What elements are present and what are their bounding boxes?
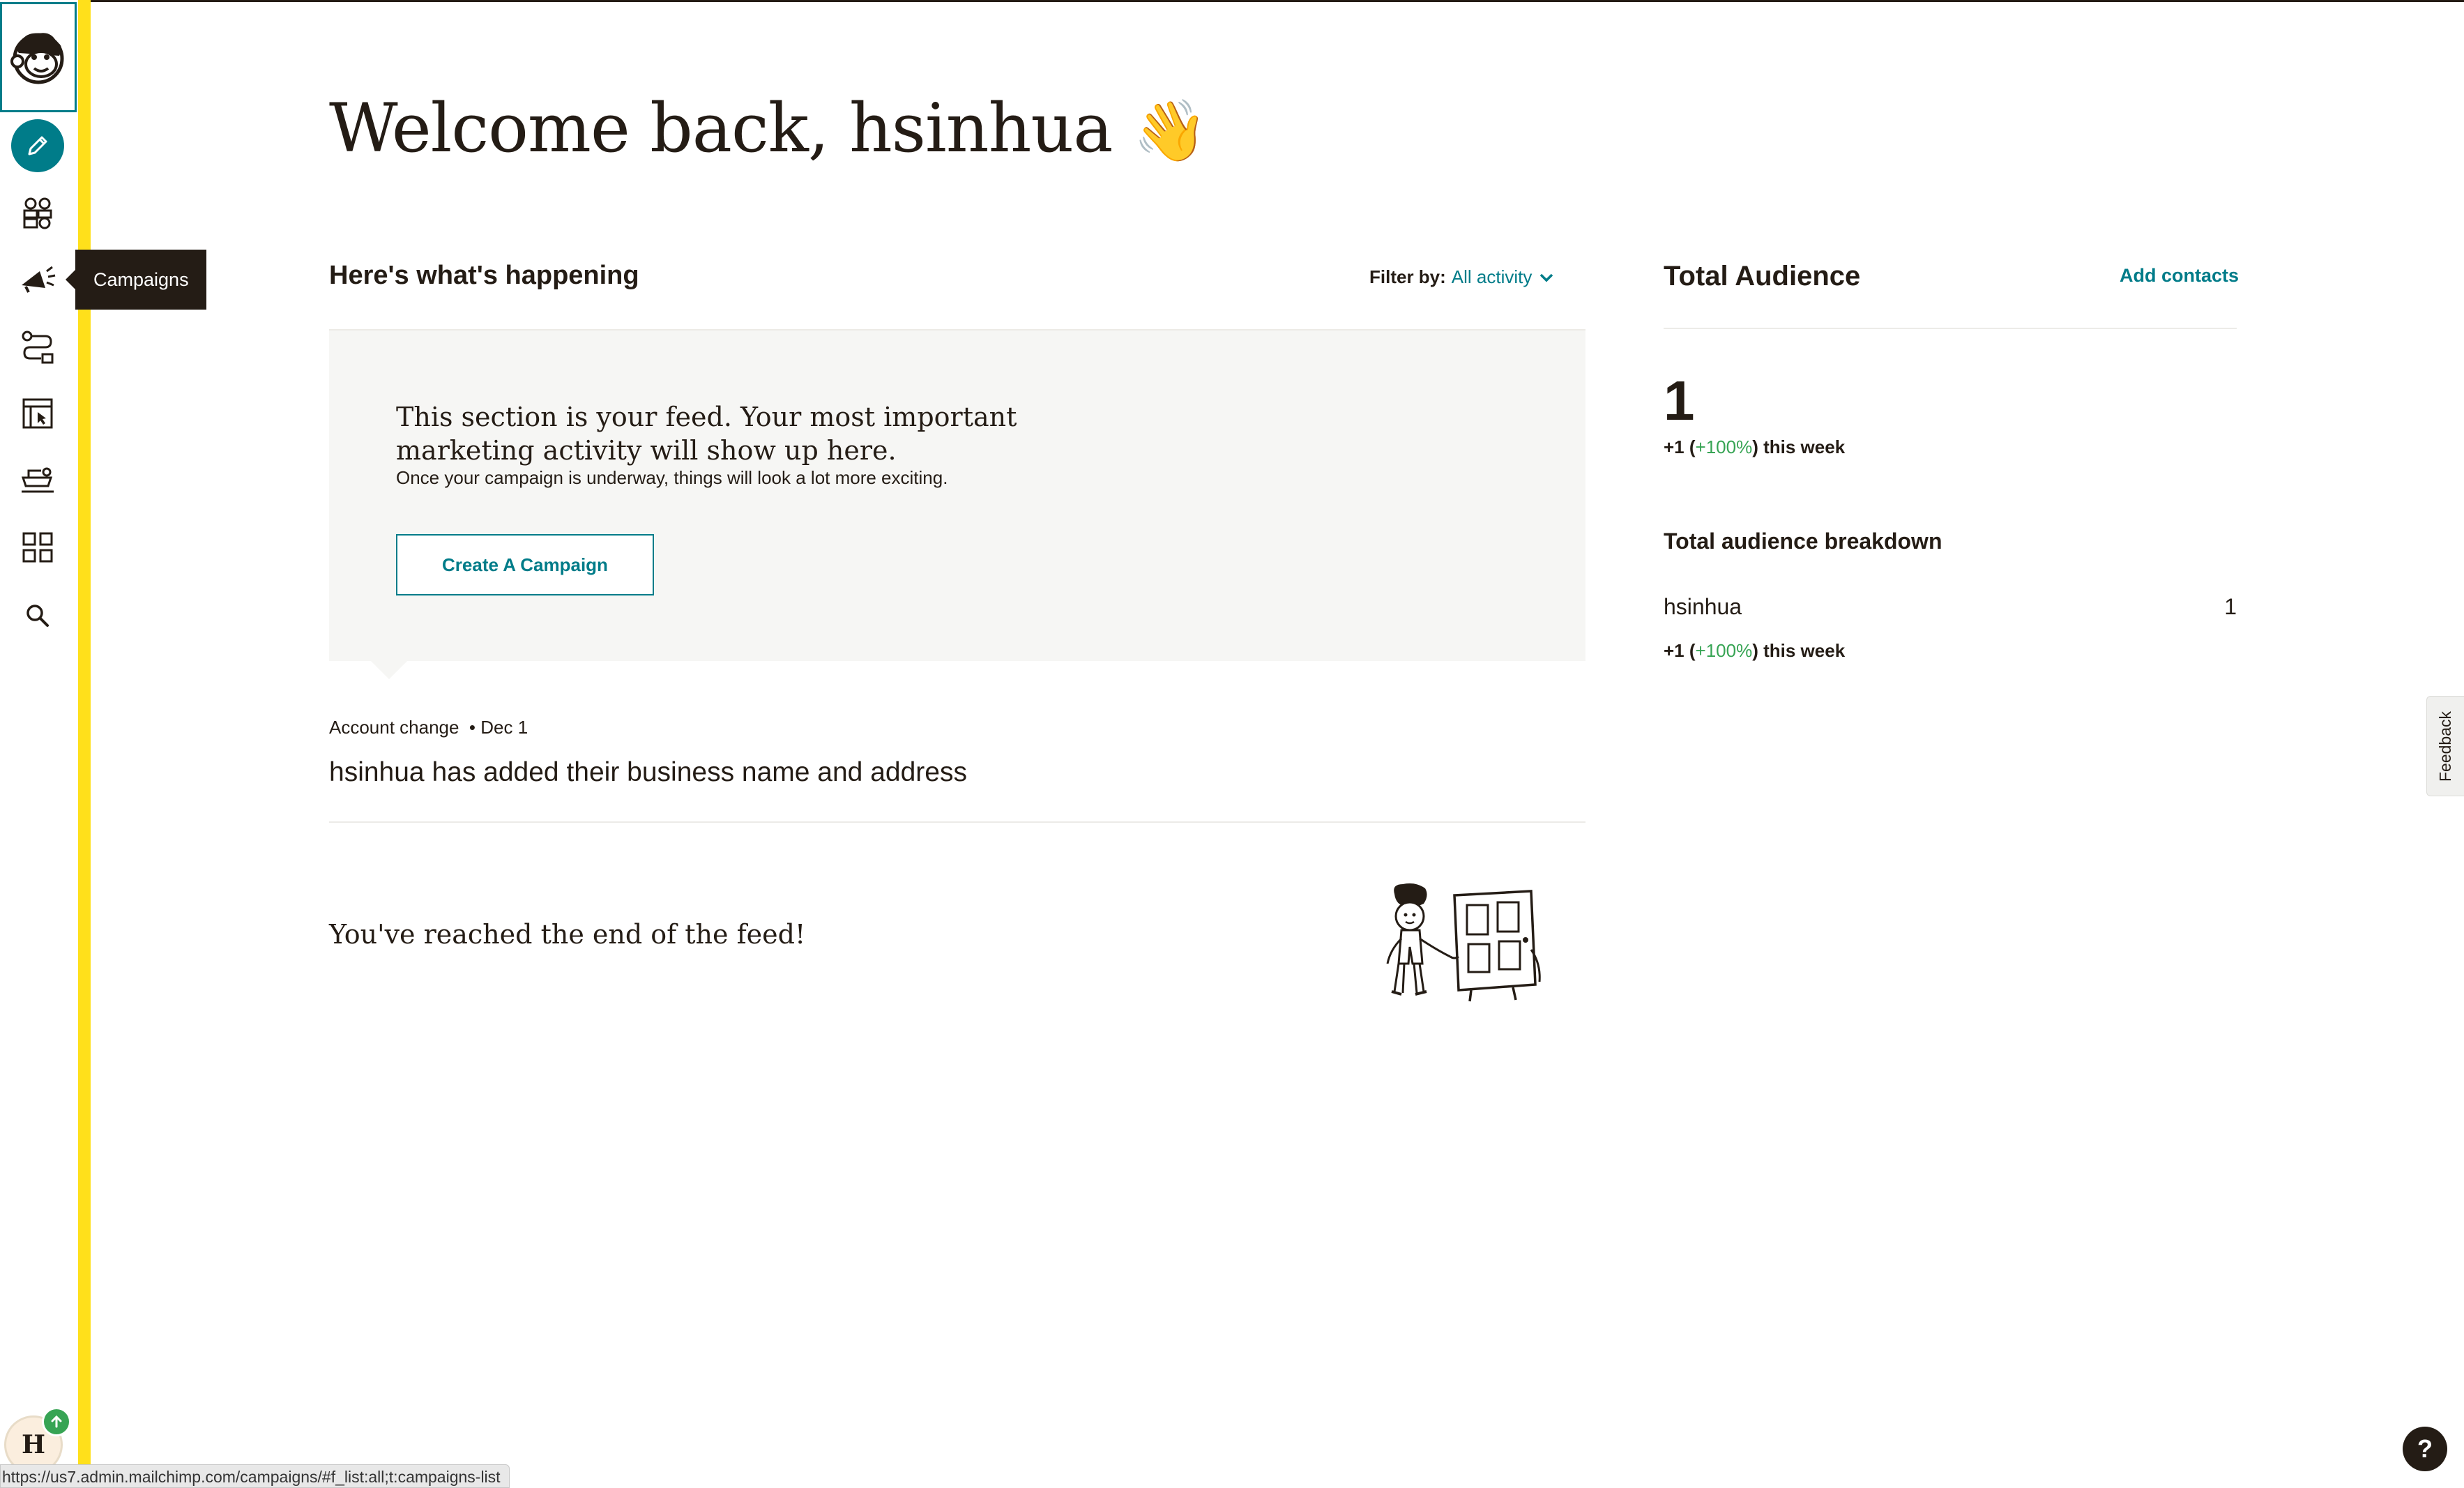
status-bar-url: https://us7.admin.mailchimp.com/campaign…	[0, 1464, 510, 1488]
pencil-icon	[28, 136, 47, 155]
feed-filter[interactable]: Filter by: All activity	[1369, 266, 1556, 288]
breakdown-change-prefix: +1 (	[1664, 640, 1696, 661]
wave-emoji: 👋	[1132, 96, 1208, 166]
audience-change: +1 (+100%) this week	[1664, 436, 1845, 458]
audience-change-pct: +100%	[1695, 436, 1753, 457]
welcome-text: Welcome back, hsinhua	[329, 89, 1113, 167]
grid-icon	[22, 532, 53, 563]
integrations-icon	[21, 467, 54, 493]
upgrade-arrow-icon	[42, 1407, 71, 1436]
filter-label: Filter by:	[1369, 266, 1446, 287]
mailchimp-logo[interactable]	[0, 2, 77, 112]
nav-integrations[interactable]	[3, 449, 73, 512]
feed-empty-headline: This section is your feed. Your most imp…	[396, 402, 1017, 466]
sidebar-accent-bar	[78, 0, 91, 1488]
feed-empty-subtext: Once your campaign is underway, things w…	[396, 467, 948, 488]
nav-campaigns[interactable]	[3, 248, 73, 311]
feed-title: Here's what's happening	[329, 261, 639, 290]
campaigns-tooltip: Campaigns	[66, 250, 206, 310]
audience-count: 1	[1664, 370, 1695, 432]
nav-dashboard[interactable]	[3, 516, 73, 579]
total-audience-title: Total Audience	[1664, 261, 1861, 291]
add-contacts-link[interactable]: Add contacts	[2120, 265, 2239, 287]
nav-create-active	[11, 119, 64, 172]
audience-change-suffix: ) this week	[1752, 436, 1846, 457]
page-title: Welcome back, hsinhua 👋	[329, 89, 1208, 167]
audience-divider	[1664, 328, 2237, 329]
audience-change-prefix: +1 (	[1664, 436, 1696, 457]
activity-meta: Account change • Dec 1	[329, 717, 528, 738]
help-button[interactable]: ?	[2403, 1427, 2447, 1471]
feedback-tab[interactable]: Feedback	[2426, 696, 2464, 796]
sidebar-nav: H	[0, 0, 78, 1488]
nav-website[interactable]	[3, 382, 73, 445]
freddie-icon	[10, 33, 64, 84]
nav-create[interactable]	[3, 114, 73, 177]
freddie-door-illustration	[1386, 883, 1541, 1002]
feed-end-text: You've reached the end of the feed!	[329, 919, 806, 950]
activity-text: hsinhua has added their business name an…	[329, 757, 967, 787]
filter-value[interactable]: All activity	[1452, 266, 1533, 288]
nav-automations[interactable]	[3, 315, 73, 378]
breakdown-change-suffix: ) this week	[1752, 640, 1846, 661]
audience-icon	[23, 197, 52, 229]
activity-type: Account change	[329, 717, 459, 738]
megaphone-icon	[22, 266, 56, 293]
breakdown-audience-count: 1	[2224, 594, 2237, 619]
website-icon	[22, 398, 53, 429]
breakdown-change-pct: +100%	[1695, 640, 1753, 661]
divider	[329, 821, 1585, 823]
feedback-label: Feedback	[2436, 711, 2455, 782]
top-border	[0, 0, 2464, 2]
activity-date: • Dec 1	[469, 717, 528, 738]
automation-icon	[22, 331, 54, 364]
search-icon	[26, 605, 49, 627]
chevron-down-icon[interactable]	[1537, 271, 1556, 284]
breakdown-audience-change: +1 (+100%) this week	[1664, 640, 1845, 662]
nav-audience[interactable]	[3, 181, 73, 244]
audience-breakdown-title: Total audience breakdown	[1664, 529, 1942, 554]
feed-empty-panel: This section is your feed. Your most imp…	[329, 329, 1585, 679]
breakdown-audience-name: hsinhua	[1664, 594, 1742, 619]
nav-search[interactable]	[3, 584, 73, 647]
create-campaign-button[interactable]: Create A Campaign	[396, 534, 654, 595]
